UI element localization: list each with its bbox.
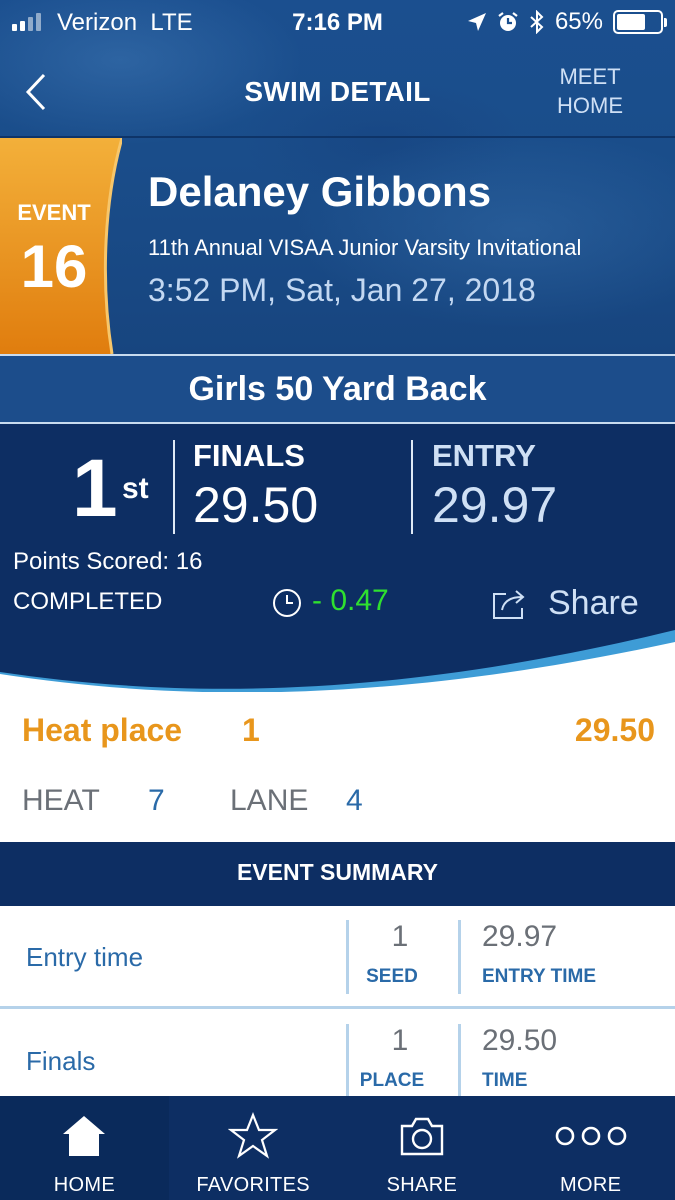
tab-favorites[interactable]: FAVORITES — [169, 1096, 338, 1200]
time-difference: - 0.47 — [312, 584, 389, 617]
time-label: TIME — [482, 1070, 528, 1091]
entry-time-value: 29.97 — [482, 920, 558, 953]
entry-time: 29.97 — [432, 477, 558, 533]
more-icon — [555, 1126, 626, 1146]
place-label: PLACE — [359, 1070, 425, 1091]
swimmer-name: Delaney Gibbons — [148, 168, 492, 215]
place-number: 1 — [72, 443, 118, 534]
tab-share[interactable]: SHARE — [338, 1096, 507, 1200]
event-badge: EVENT 16 — [0, 138, 122, 354]
meet-name: 11th Annual VISAA Junior Varsity Invitat… — [148, 235, 582, 260]
battery-icon — [613, 10, 667, 34]
alarm-icon — [498, 12, 518, 31]
tab-home[interactable]: HOME — [0, 1096, 169, 1200]
clock-icon — [273, 589, 301, 617]
heat-value: 7 — [148, 784, 165, 817]
event-name: Girls 50 Yard Back — [0, 356, 675, 422]
camera-icon — [400, 1117, 444, 1156]
wave-decoration — [0, 630, 675, 692]
place-suffix: st — [122, 472, 149, 505]
tab-bar: HOME FAVORITES SHARE MORE — [0, 1096, 675, 1200]
heat-place-value: 1 — [242, 712, 260, 748]
seed-value: 1 — [391, 920, 409, 953]
results-panel: 1 st FINALS 29.50 ENTRY 29.97 Points Sco… — [0, 422, 675, 692]
divider — [0, 1006, 675, 1009]
event-datetime: 3:52 PM, Sat, Jan 27, 2018 — [148, 272, 536, 308]
entry-time-label: ENTRY TIME — [482, 966, 597, 987]
divider — [411, 440, 413, 534]
home-icon — [63, 1116, 106, 1156]
heat-label: HEAT — [22, 784, 100, 817]
row-name: Finals — [26, 1046, 96, 1076]
points-scored: Points Scored: 16 — [13, 548, 203, 575]
share-label: Share — [548, 584, 639, 622]
heat-info: Heat place 1 29.50 HEAT 7 LANE 4 — [0, 692, 675, 842]
row-name: Entry time — [26, 942, 144, 972]
lane-label: LANE — [230, 784, 309, 817]
seed-label: SEED — [366, 966, 418, 987]
event-summary-header: EVENT SUMMARY — [0, 842, 675, 906]
bluetooth-icon — [530, 10, 544, 34]
battery-percent: 65% — [554, 8, 603, 35]
time-value: 29.50 — [482, 1024, 558, 1057]
share-icon — [493, 589, 525, 619]
heat-time: 29.50 — [574, 712, 655, 748]
entry-label: ENTRY — [432, 438, 536, 473]
place-value: 1 — [391, 1024, 409, 1057]
status-text: COMPLETED — [13, 588, 163, 615]
finals-time: 29.50 — [193, 477, 319, 533]
divider — [173, 440, 175, 534]
share-button[interactable]: Share — [492, 584, 639, 623]
nav-bar: SWIM DETAIL MEET HOME — [0, 44, 675, 136]
location-icon — [467, 13, 486, 31]
summary-row[interactable]: Entry time 1 SEED 29.97 ENTRY TIME — [0, 906, 675, 1008]
event-number: 16 — [20, 233, 88, 300]
finals-label: FINALS — [193, 438, 305, 473]
lane-value: 4 — [346, 784, 363, 817]
tab-more[interactable]: MORE — [506, 1096, 675, 1200]
status-bar: Verizon LTE 7:16 PM 65% — [0, 0, 675, 44]
event-label: EVENT — [17, 200, 91, 225]
star-icon — [228, 1112, 279, 1159]
heat-place-label: Heat place — [22, 712, 183, 748]
meet-home-button[interactable]: MEET HOME — [550, 62, 630, 120]
